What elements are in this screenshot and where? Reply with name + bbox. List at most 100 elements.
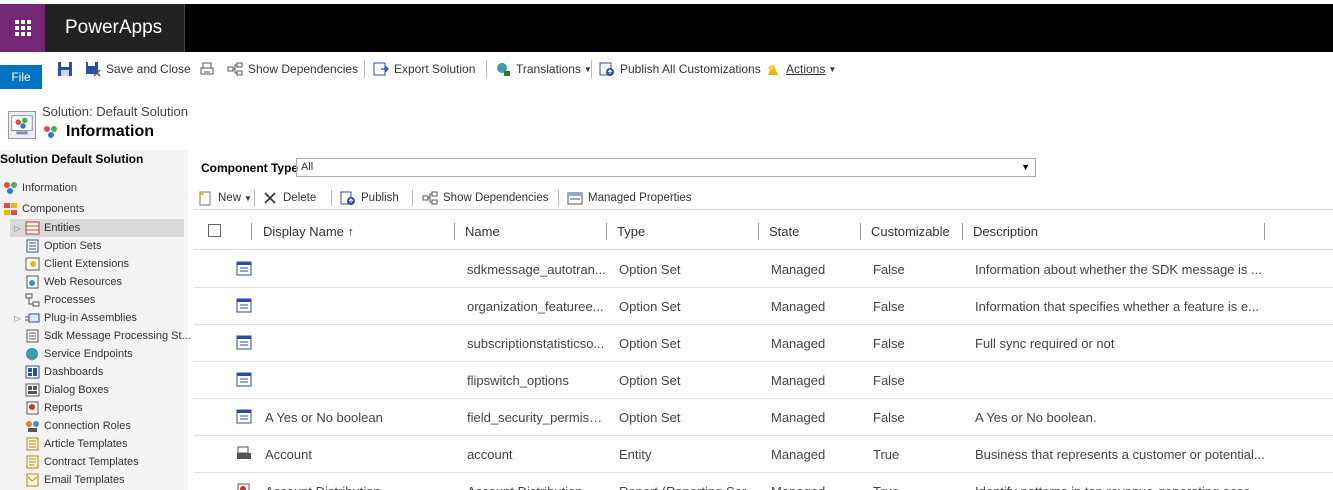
translations-button[interactable]: Translations ▼ bbox=[495, 59, 592, 79]
column-divider[interactable] bbox=[860, 223, 861, 240]
translations-icon bbox=[497, 63, 510, 76]
nav-item-label: Sdk Message Processing St... bbox=[44, 330, 191, 342]
save-close-icon bbox=[86, 62, 101, 77]
cell-type: Option Set bbox=[619, 410, 681, 425]
delete-button[interactable]: Delete bbox=[262, 188, 316, 208]
column-divider[interactable] bbox=[758, 223, 759, 240]
new-icon bbox=[199, 191, 211, 206]
cell-description: Information about whether the SDK messag… bbox=[975, 262, 1262, 277]
expand-arrow-icon[interactable]: ▷ bbox=[10, 224, 25, 233]
cell-customizable: True bbox=[873, 447, 900, 462]
column-header-state[interactable]: State bbox=[769, 213, 799, 250]
component-type-value: All bbox=[301, 161, 314, 173]
cell-customizable: False bbox=[873, 410, 905, 425]
nav-item-processes[interactable]: Processes bbox=[25, 291, 95, 309]
nav-item-label: Dialog Boxes bbox=[44, 384, 109, 396]
entities-icon bbox=[25, 221, 40, 235]
cell-state: Managed bbox=[771, 262, 826, 277]
cell-type: Option Set bbox=[619, 262, 681, 277]
nav-item-contract-templates[interactable]: Contract Templates bbox=[25, 453, 139, 471]
column-divider[interactable] bbox=[962, 223, 963, 240]
nav-item-plugin-assemblies[interactable]: ▷ Plug-in Assemblies bbox=[10, 309, 137, 327]
column-header-description[interactable]: Description bbox=[973, 213, 1038, 250]
select-all-checkbox[interactable] bbox=[208, 224, 221, 237]
publish-all-label: Publish All Customizations bbox=[620, 62, 761, 76]
chevron-down-icon: ▼ bbox=[828, 64, 837, 74]
cell-description: Information that specifies whether a fea… bbox=[975, 299, 1259, 314]
web-resources-icon bbox=[26, 275, 39, 289]
file-button[interactable]: File bbox=[0, 65, 42, 89]
processes-icon bbox=[25, 293, 40, 307]
cell-customizable: False bbox=[873, 373, 905, 388]
column-header-display-name[interactable]: Display Name ↑ bbox=[263, 213, 354, 250]
app-launcher-button[interactable] bbox=[0, 4, 45, 52]
cell-customizable: False bbox=[873, 336, 905, 351]
cell-display-name bbox=[265, 288, 455, 325]
table-row[interactable]: flipswitch_options Option Set Managed Fa… bbox=[194, 362, 1333, 399]
print-button[interactable] bbox=[199, 59, 220, 79]
nav-item-article-templates[interactable]: Article Templates bbox=[25, 435, 128, 453]
nav-item-sdk-message-processing[interactable]: Sdk Message Processing St... bbox=[25, 327, 191, 345]
nav-item-label: Components bbox=[22, 203, 85, 215]
nav-item-dialog-boxes[interactable]: Dialog Boxes bbox=[25, 381, 109, 399]
new-label: New bbox=[218, 192, 242, 204]
cell-state: Managed bbox=[771, 410, 826, 425]
nav-item-label: Plug-in Assemblies bbox=[44, 312, 137, 324]
toolbar-separator bbox=[254, 190, 255, 206]
export-solution-button[interactable]: Export Solution bbox=[373, 59, 475, 79]
new-button[interactable]: New ▼ bbox=[197, 188, 252, 208]
option-set-icon bbox=[236, 409, 252, 424]
cell-state: Managed bbox=[771, 447, 826, 462]
nav-item-client-extensions[interactable]: Client Extensions bbox=[25, 255, 129, 273]
table-row[interactable]: Account Distribution Account Distributio… bbox=[194, 473, 1333, 490]
option-set-icon bbox=[236, 372, 252, 387]
show-dependencies-button[interactable]: Show Dependencies bbox=[227, 59, 358, 79]
actions-icon bbox=[768, 64, 778, 75]
save-button[interactable] bbox=[57, 59, 78, 79]
managed-properties-icon bbox=[567, 192, 583, 205]
nav-item-entities[interactable]: ▷ Entities bbox=[10, 219, 184, 237]
nav-item-label: Connection Roles bbox=[44, 420, 131, 432]
nav-item-email-templates[interactable]: Email Templates bbox=[25, 471, 125, 489]
save-and-close-button[interactable]: Save and Close bbox=[85, 59, 191, 79]
solution-icon bbox=[8, 111, 36, 139]
nav-item-components[interactable]: Components bbox=[3, 200, 84, 218]
cell-state: Managed bbox=[771, 473, 861, 490]
actions-button[interactable]: Actions ▼ bbox=[765, 59, 836, 79]
publish-button[interactable]: Publish bbox=[340, 188, 399, 208]
grid-show-dependencies-button[interactable]: Show Dependencies bbox=[422, 188, 549, 208]
managed-properties-button[interactable]: Managed Properties bbox=[567, 188, 692, 208]
column-header-type[interactable]: Type bbox=[617, 213, 645, 250]
nav-item-option-sets[interactable]: Option Sets bbox=[25, 237, 101, 255]
toolbar-separator bbox=[558, 190, 559, 206]
column-divider[interactable] bbox=[606, 223, 607, 240]
table-row[interactable]: subscriptionstatisticso... Option Set Ma… bbox=[194, 325, 1333, 362]
toolbar-separator bbox=[331, 190, 332, 206]
publish-all-button[interactable]: Publish All Customizations bbox=[599, 59, 761, 79]
connection-roles-icon bbox=[26, 421, 39, 432]
table-row[interactable]: organization_featuree... Option Set Mana… bbox=[194, 288, 1333, 325]
nav-item-dashboards[interactable]: Dashboards bbox=[25, 363, 103, 381]
publish-all-icon bbox=[599, 62, 614, 76]
column-divider[interactable] bbox=[1264, 223, 1265, 240]
column-header-customizable[interactable]: Customizable bbox=[871, 213, 950, 250]
publish-label: Publish bbox=[361, 192, 399, 204]
cell-customizable: True bbox=[873, 473, 963, 490]
nav-item-service-endpoints[interactable]: Service Endpoints bbox=[25, 345, 133, 363]
column-divider[interactable] bbox=[454, 223, 455, 240]
table-row[interactable]: sdkmessage_autotran... Option Set Manage… bbox=[194, 251, 1333, 288]
nav-item-web-resources[interactable]: Web Resources bbox=[25, 273, 122, 291]
nav-item-connection-roles[interactable]: Connection Roles bbox=[25, 417, 131, 435]
app-name[interactable]: PowerApps bbox=[45, 4, 185, 52]
nav-item-reports[interactable]: Reports bbox=[25, 399, 83, 417]
table-row[interactable]: A Yes or No boolean field_security_permi… bbox=[194, 399, 1333, 436]
nav-item-information[interactable]: Information bbox=[3, 179, 77, 197]
chevron-down-icon: ▼ bbox=[244, 193, 252, 203]
nav-item-label: Service Endpoints bbox=[44, 348, 133, 360]
page-title: Information bbox=[66, 123, 154, 140]
column-divider[interactable] bbox=[251, 223, 252, 240]
expand-arrow-icon[interactable]: ▷ bbox=[10, 314, 25, 323]
component-type-select[interactable]: All ▼ bbox=[296, 158, 1036, 177]
table-row[interactable]: Account account Entity Managed True Busi… bbox=[194, 436, 1333, 473]
column-header-name[interactable]: Name bbox=[465, 213, 500, 250]
